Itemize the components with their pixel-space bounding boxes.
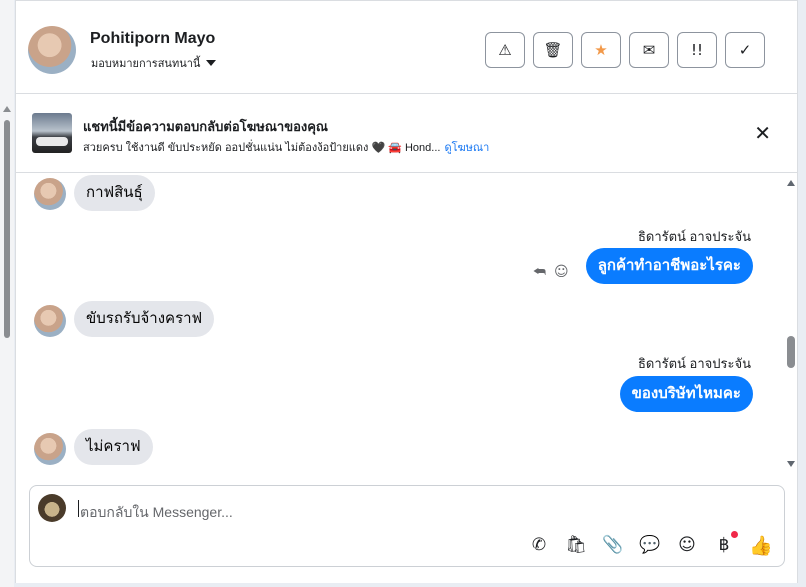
check-icon: ✓ <box>738 41 752 59</box>
message-list: กาฟสินธุ์ ธิดารัตน์ อาจประจัน ⮪ ☺ ลูกค้า… <box>16 174 797 474</box>
assign-label: มอบหมายการสนทนานี้ <box>91 58 201 70</box>
ad-banner-title: แชทนี้มีข้อความตอบกลับต่อโฆษณาของคุณ <box>83 119 328 134</box>
contact-name[interactable]: Pohitiporn Mayo <box>90 30 215 48</box>
emoji-glyph: ☺ <box>678 535 696 555</box>
page-avatar <box>38 494 66 522</box>
composer-toolbar: ✆ 🛍 📎 💬 ☺ ฿ 👍 <box>528 531 773 557</box>
scroll-down-arrow-icon[interactable] <box>787 461 795 467</box>
notification-dot <box>731 531 738 538</box>
reply-icon[interactable]: ⮪ <box>533 264 546 280</box>
delete-button[interactable]: 🗑 <box>533 32 573 68</box>
ad-reply-banner: แชทนี้มีข้อความตอบกลับต่อโฆษณาของคุณ สวย… <box>16 95 797 173</box>
contact-avatar-small <box>34 305 66 337</box>
star-icon: ★ <box>594 41 608 59</box>
trash-icon: 🗑 <box>543 41 563 59</box>
baht-icon[interactable]: ฿ <box>713 531 738 556</box>
bag-glyph: 🛍 <box>565 535 587 555</box>
chevron-down-icon <box>206 60 217 66</box>
mark-unread-button[interactable]: ✉ <box>629 32 669 68</box>
page-scrollbar[interactable] <box>0 0 14 587</box>
star-button[interactable]: ★ <box>581 32 621 68</box>
message-bubble-incoming[interactable]: กาฟสินธุ์ <box>74 175 155 211</box>
paperclip-icon[interactable]: 📎 <box>602 534 624 556</box>
chat-bubble-glyph: 💬 <box>639 535 661 555</box>
scroll-up-arrow-icon[interactable] <box>787 180 795 186</box>
call-add-icon[interactable]: ✆ <box>528 534 550 556</box>
message-bubble-incoming[interactable]: ไม่คราฟ <box>74 429 153 465</box>
contact-avatar-small <box>34 433 66 465</box>
emoji-icon[interactable]: ☺ <box>676 534 698 556</box>
message-hover-tools: ⮪ ☺ <box>533 264 569 280</box>
sender-name: ธิดารัตน์ อาจประจัน <box>637 356 751 371</box>
app-frame: Pohitiporn Mayo มอบหมายการสนทนานี้ ⚠ 🗑 ★… <box>0 0 806 587</box>
scrollbar-thumb[interactable] <box>787 336 795 368</box>
message-bubble-outgoing[interactable]: ของบริษัทไหมคะ <box>619 376 753 412</box>
bag-icon[interactable]: 🛍 <box>565 534 587 556</box>
warning-icon: ⚠ <box>498 41 512 59</box>
mark-done-button[interactable]: ✓ <box>725 32 765 68</box>
text-cursor <box>78 500 79 517</box>
like-icon[interactable]: 👍 <box>749 534 773 557</box>
ad-description: สวยครบ ใช้งานดี ขับประหยัด ออปชั่นแน่น ไ… <box>83 142 441 154</box>
ad-thumbnail[interactable] <box>32 113 72 153</box>
message-bubble-outgoing[interactable]: ลูกค้าทำอาชีพอะไรคะ <box>585 248 753 284</box>
react-emoji-icon[interactable]: ☺ <box>554 264 569 280</box>
follow-up-button[interactable]: !! <box>677 32 717 68</box>
conversation-panel: Pohitiporn Mayo มอบหมายการสนทนานี้ ⚠ 🗑 ★… <box>15 0 798 583</box>
close-icon[interactable]: ✕ <box>754 123 771 143</box>
ad-banner-subtitle: สวยครบ ใช้งานดี ขับประหยัด ออปชั่นแน่น ไ… <box>83 138 489 156</box>
car-image <box>36 137 68 146</box>
priority-icon: !! <box>690 41 704 59</box>
contact-avatar-small <box>34 178 66 210</box>
like-glyph: 👍 <box>749 534 773 557</box>
reply-composer[interactable]: ตอบกลับใน Messenger... ✆ 🛍 📎 💬 ☺ ฿ 👍 <box>29 485 785 567</box>
conversation-header: Pohitiporn Mayo มอบหมายการสนทนานี้ ⚠ 🗑 ★… <box>16 0 797 94</box>
contact-avatar[interactable] <box>28 26 76 74</box>
chat-bubble-icon[interactable]: 💬 <box>639 534 661 556</box>
baht-glyph: ฿ <box>718 535 730 555</box>
assign-conversation-dropdown[interactable]: มอบหมายการสนทนานี้ <box>91 54 217 72</box>
scroll-up-arrow-icon[interactable] <box>3 106 11 112</box>
scrollbar-thumb[interactable] <box>4 120 10 338</box>
paperclip-glyph: 📎 <box>602 535 624 555</box>
message-bubble-incoming[interactable]: ขับรถรับจ้างคราฟ <box>74 301 215 337</box>
reply-input[interactable]: ตอบกลับใน Messenger... <box>80 502 233 524</box>
message-scrollbar[interactable] <box>784 174 797 474</box>
sender-name: ธิดารัตน์ อาจประจัน <box>637 229 751 244</box>
call-add-glyph: ✆ <box>531 535 547 555</box>
view-ad-link[interactable]: ดูโฆษณา <box>444 142 489 154</box>
mark-spam-button[interactable]: ⚠ <box>485 32 525 68</box>
mail-icon: ✉ <box>642 41 656 59</box>
header-actions: ⚠ 🗑 ★ ✉ !! ✓ <box>485 32 765 68</box>
